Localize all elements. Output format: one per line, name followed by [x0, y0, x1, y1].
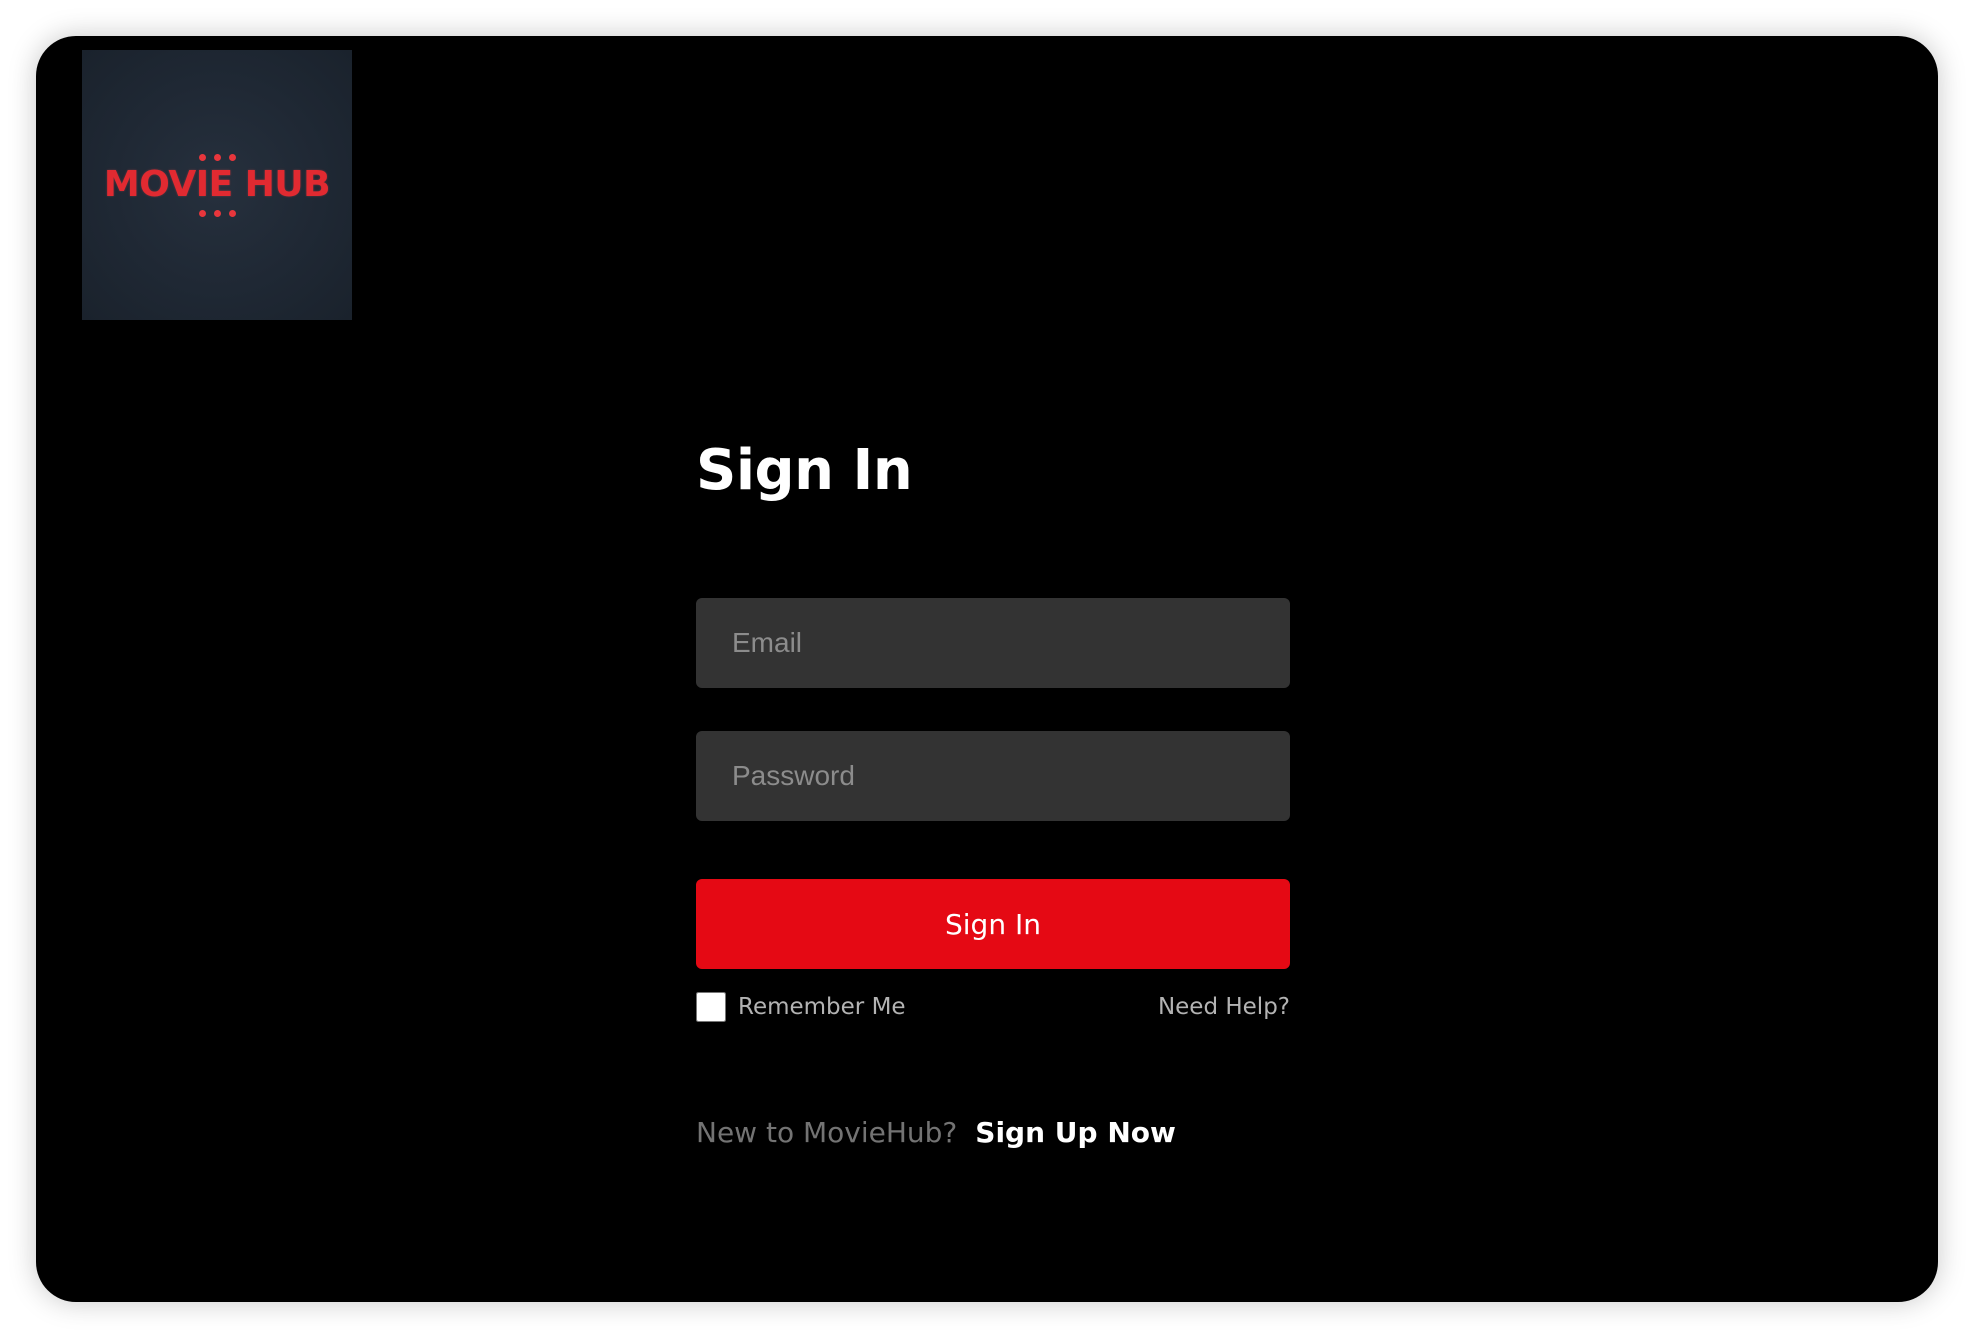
signin-button[interactable]: Sign In: [696, 879, 1290, 969]
signup-prompt: New to MovieHub?: [696, 1116, 958, 1149]
logo-dots-bottom: [198, 208, 236, 218]
password-input[interactable]: [696, 731, 1290, 821]
signup-row: New to MovieHub? Sign Up Now: [696, 1116, 1176, 1149]
email-input[interactable]: [696, 598, 1290, 688]
signin-options: Remember Me Need Help?: [696, 990, 1290, 1024]
logo-mark: MOVIE HUB: [103, 152, 331, 218]
logo-dots-top: [198, 152, 236, 162]
page-title: Sign In: [696, 438, 913, 503]
brand-logo[interactable]: MOVIE HUB: [82, 50, 352, 320]
app-window: MOVIE HUB Sign In Sign In Remember Me Ne…: [36, 36, 1938, 1302]
need-help-link[interactable]: Need Help?: [1158, 994, 1290, 1020]
logo-text: MOVIE HUB: [103, 164, 331, 205]
remember-me-checkbox[interactable]: [696, 992, 726, 1022]
remember-me-label: Remember Me: [738, 994, 906, 1020]
remember-me[interactable]: Remember Me: [696, 992, 906, 1022]
signup-link[interactable]: Sign Up Now: [975, 1116, 1176, 1149]
